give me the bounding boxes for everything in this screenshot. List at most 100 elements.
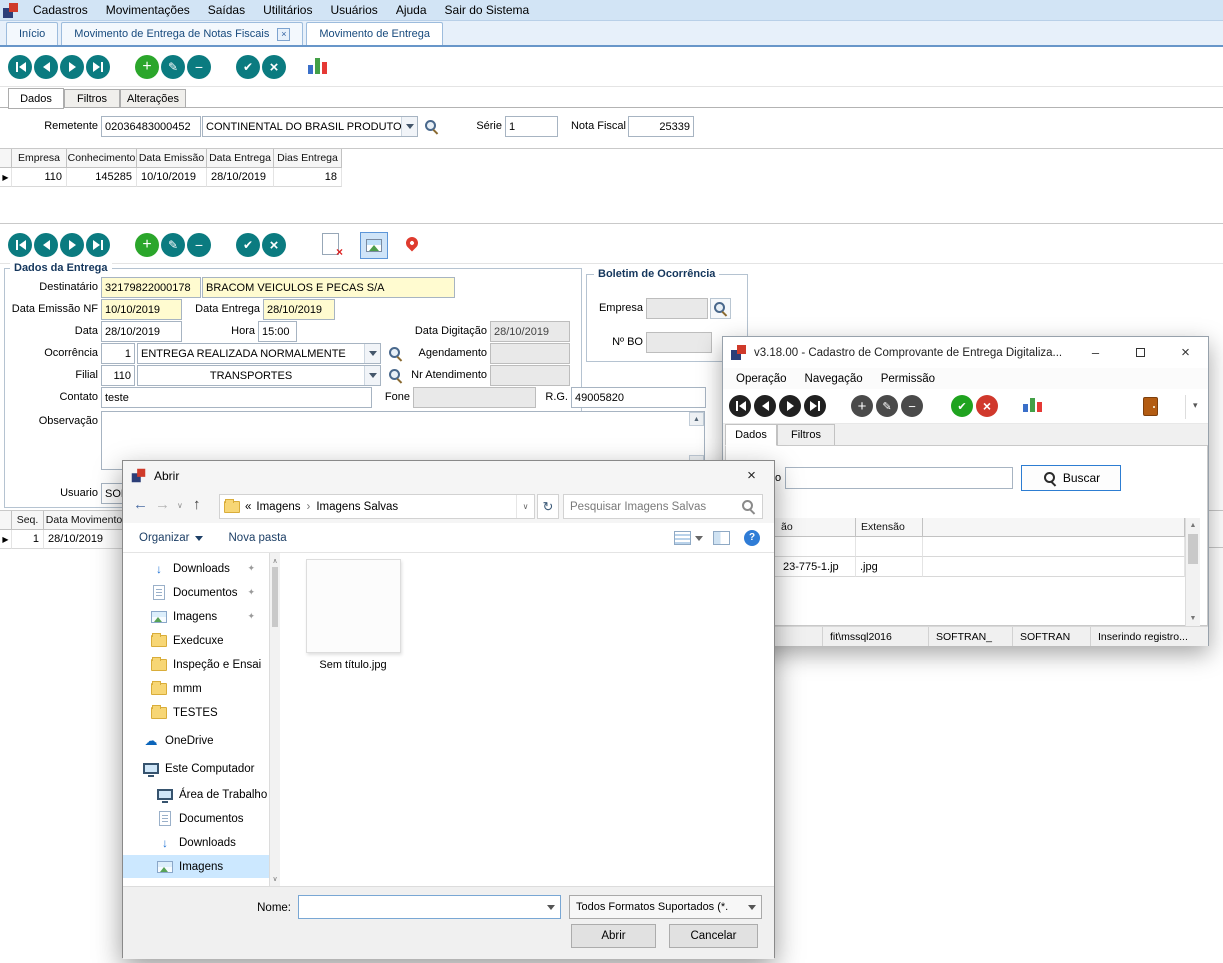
cell-data-movimento[interactable]: 28/10/2019 [44,530,125,549]
sidebar-item-mmm[interactable]: mmm [123,677,269,700]
sidebar-item-downloads[interactable]: ↓ Downloads [123,831,269,854]
exit-door-button[interactable] [1143,397,1158,416]
sidebar-item-documentos[interactable]: Documentos [123,807,269,830]
destinatario-code-input[interactable] [101,277,201,298]
open-button[interactable]: Abrir [571,924,656,948]
ocorrencia-search-icon[interactable] [388,346,403,361]
dw-chart-button[interactable] [1023,398,1042,412]
menu-sair-do-sistema[interactable]: Sair do Sistema [436,3,539,17]
col-header-data-movimento[interactable]: Data Movimento [44,511,125,530]
detail-nav-prev-button[interactable] [34,233,58,257]
dw-search-input[interactable] [785,467,1013,489]
sidebar-item-testes[interactable]: TESTES [123,701,269,724]
cell-data-entrega[interactable]: 28/10/2019 [207,168,274,187]
address-bar[interactable]: « Imagens › Imagens Salvas ∨ [219,494,535,519]
close-button[interactable]: × [1163,337,1208,368]
dw-grid-scrollbar[interactable]: ▲ ▼ [1185,518,1200,626]
chevron-down-icon[interactable] [401,117,417,136]
search-input[interactable] [564,501,741,513]
hora-input[interactable] [258,321,297,342]
dw-nav-prev-button[interactable] [754,395,776,417]
col-header-seq[interactable]: Seq. [12,511,44,530]
page-tab-filtros[interactable]: Filtros [64,89,120,108]
dw-delete-button[interactable]: − [901,395,923,417]
chevron-down-icon[interactable] [364,366,380,385]
file-thumbnail[interactable] [306,559,401,653]
menu-saidas[interactable]: Saídas [199,3,254,17]
ocorrencia-code-input[interactable] [101,343,135,364]
tab-movimento-entrega-notas-fiscais[interactable]: Movimento de Entrega de Notas Fiscais × [61,22,303,45]
scrollbar-thumb[interactable] [272,567,278,627]
col-header-dias-entrega[interactable]: Dias Entrega [274,149,342,168]
dw-tab-dados[interactable]: Dados [725,424,777,446]
dw-nav-last-button[interactable] [804,395,826,417]
tab-movimento-entrega[interactable]: Movimento de Entrega [306,22,443,45]
sidebar-item-onedrive[interactable]: ☁ OneDrive [123,729,269,752]
discard-scan-button[interactable]: × [322,233,342,257]
dw-col-header-extensao[interactable]: Extensão [856,518,923,537]
dw-add-button[interactable]: + [851,395,873,417]
remetente-code-input[interactable] [101,116,201,137]
cancel-button[interactable]: Cancelar [669,924,758,948]
view-mode-icon[interactable] [674,531,691,545]
dw-nav-first-button[interactable] [729,395,751,417]
filial-search-icon[interactable] [388,368,403,383]
menu-permissao[interactable]: Permissão [872,373,944,385]
col-header-data-emissao[interactable]: Data Emissão [137,149,207,168]
destinatario-name-input[interactable] [202,277,455,298]
cell-empresa[interactable]: 110 [12,168,67,187]
dw-empty-cell[interactable] [856,537,923,557]
data-emissao-nf-input[interactable] [101,299,182,320]
scroll-up-icon[interactable]: ∧ [270,553,280,568]
dw-nav-next-button[interactable] [779,395,801,417]
delete-button[interactable]: − [187,55,211,79]
sidebar-item-este-computador[interactable]: Este Computador [123,757,269,780]
tab-close-icon[interactable]: × [277,28,290,41]
menu-usuarios[interactable]: Usuários [321,3,386,17]
sidebar-scrollbar[interactable]: ∧ ∨ [269,553,280,886]
dw-cancel-button[interactable]: × [976,395,998,417]
ocorrencia-combo[interactable]: ENTREGA REALIZADA NORMALMENTE [137,343,381,364]
search-icon[interactable] [741,499,756,514]
cell-conhecimento[interactable]: 145285 [67,168,137,187]
col-header-data-entrega[interactable]: Data Entrega [207,149,274,168]
cancel-button[interactable]: × [262,55,286,79]
forward-button[interactable]: → [155,496,170,513]
file-type-combo[interactable]: Todos Formatos Suportados (*. [569,895,762,919]
buscar-button[interactable]: Buscar [1021,465,1121,491]
refresh-button[interactable]: ↻ [537,494,559,519]
nav-next-button[interactable] [60,55,84,79]
scroll-up-icon[interactable]: ▲ [689,412,704,426]
dw-confirm-button[interactable]: ✔ [951,395,973,417]
sidebar-item-area-de-trabalho[interactable]: Área de Trabalho [123,783,269,806]
edit-button[interactable]: ✎ [161,55,185,79]
page-tab-dados[interactable]: Dados [8,88,64,109]
detail-nav-first-button[interactable] [8,233,32,257]
sidebar-item-documentos-quick[interactable]: Documentos ✦ [123,581,269,604]
remetente-search-icon[interactable] [424,119,439,134]
chevron-down-icon[interactable] [364,344,380,363]
file-name-label[interactable]: Sem título.jpg [283,659,423,671]
help-icon[interactable]: ? [744,530,760,546]
toolbar-overflow-chevron[interactable]: ▾ [1193,400,1198,411]
sidebar-item-exedcuxe[interactable]: Exedcuxe [123,629,269,652]
maximize-button[interactable] [1118,337,1163,368]
scroll-up-icon[interactable]: ▲ [1186,518,1200,533]
sidebar-item-downloads-quick[interactable]: ↓ Downloads ✦ [123,557,269,580]
col-header-empresa[interactable]: Empresa [12,149,67,168]
detail-confirm-button[interactable]: ✔ [236,233,260,257]
page-tab-alteracoes[interactable]: Alterações [120,89,186,108]
detail-cancel-button[interactable]: × [262,233,286,257]
data-input[interactable] [101,321,182,342]
search-box[interactable] [563,494,763,519]
back-button[interactable]: ← [133,496,148,513]
detail-nav-last-button[interactable] [86,233,110,257]
attach-image-button[interactable] [360,232,388,259]
scrollbar-thumb[interactable] [1188,534,1198,564]
cell-dias-entrega[interactable]: 18 [274,168,342,187]
detail-add-button[interactable]: + [135,233,159,257]
detail-delete-button[interactable]: − [187,233,211,257]
menu-movimentacoes[interactable]: Movimentações [97,3,199,17]
tab-inicio[interactable]: Início [6,22,58,45]
sidebar-item-imagens[interactable]: Imagens [123,855,269,878]
